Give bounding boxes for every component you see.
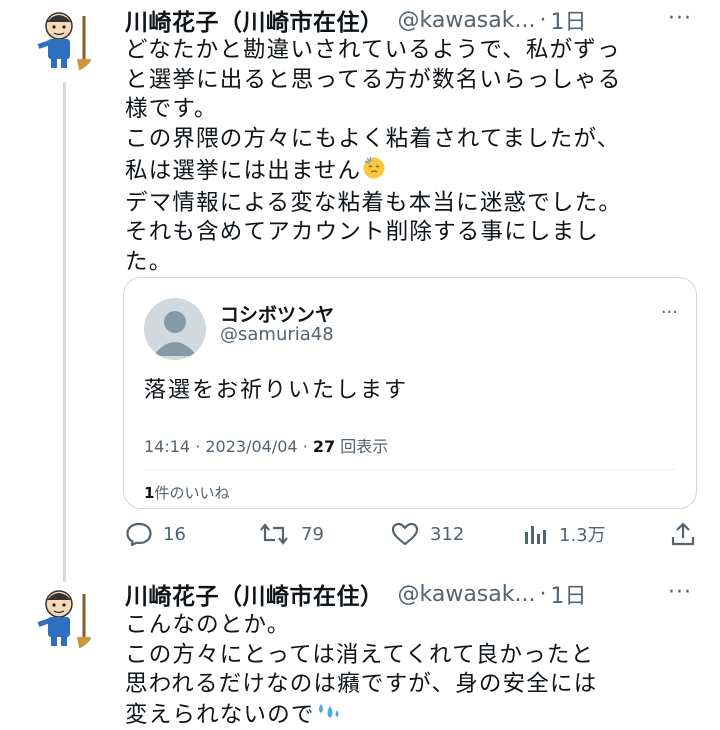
reply-button[interactable]: 16 <box>125 518 186 550</box>
quoted-author-name[interactable]: コシボツンヤ <box>220 300 334 327</box>
tweet-line-with-emoji: 私は選挙には出ません <box>125 154 705 189</box>
author-handle[interactable]: @kawasak... <box>398 8 536 33</box>
quoted-tweet[interactable]: コシボツンヤ @samuria48 ··· 落選をお祈りいたします 14:14 … <box>123 277 697 509</box>
relieved-sweat-emoji <box>361 154 387 189</box>
tweet-time[interactable]: 1日 <box>550 578 586 610</box>
quoted-author-avatar[interactable] <box>144 298 206 360</box>
tweet-line: この方々にとっては消えてくれて良かったと <box>125 641 705 671</box>
tweet-line: 思われるだけなのは癪ですが、身の安全には <box>125 670 705 700</box>
quoted-likes-count: 1 <box>144 484 154 502</box>
author-avatar[interactable] <box>29 4 99 74</box>
tweet-line: それも含めてアカウント削除する事にしまし <box>125 218 705 248</box>
author-avatar[interactable] <box>29 582 99 652</box>
tweet-line: 変えられないので <box>125 701 315 727</box>
tweet-line: と選挙に出ると思ってる方が数名いらっしゃる <box>125 66 705 96</box>
heart-icon <box>390 521 420 547</box>
thread-connector-line <box>63 82 66 582</box>
quoted-views-count: 27 <box>313 437 335 456</box>
quoted-date[interactable]: 2023/04/04 <box>205 437 297 456</box>
quoted-likes-label: 件のいいね <box>154 484 229 502</box>
like-count: 312 <box>430 524 464 545</box>
tweet-line: 私は選挙には出ません <box>125 158 361 184</box>
author-name[interactable]: 川崎花子（川崎市在住） <box>125 3 384 37</box>
author-name[interactable]: 川崎花子（川崎市在住） <box>125 577 384 611</box>
tweet-line: どなたかと勘違いされているようで、私がずっ <box>125 36 705 66</box>
tweet-line: この界隈の方々にもよく粘着されてましたが、 <box>125 125 705 155</box>
share-icon <box>670 521 696 547</box>
tweet-line: こんなのとか。 <box>125 611 705 641</box>
more-options-icon[interactable]: ··· <box>668 6 692 31</box>
bar-chart-icon <box>523 521 549 547</box>
sweat-droplets-emoji <box>315 700 341 730</box>
quoted-tweet-meta: 14:14 · 2023/04/04 · 27 回表示 <box>144 433 388 457</box>
tweet-line: た。 <box>125 248 705 278</box>
author-handle[interactable]: @kawasak... <box>398 582 536 607</box>
separator-dot: · <box>539 582 546 607</box>
tweet-text: こんなのとか。 この方々にとっては消えてくれて良かったと 思われるだけなのは癪で… <box>125 611 705 730</box>
quoted-time[interactable]: 14:14 <box>144 437 190 456</box>
quoted-more-options-icon[interactable]: ··· <box>661 302 678 323</box>
separator-dot: · <box>539 8 546 33</box>
tweet-line-with-emoji: 変えられないので <box>125 700 705 730</box>
more-options-icon[interactable]: ··· <box>668 580 692 605</box>
quoted-tweet-text: 落選をお祈りいたします <box>144 372 408 404</box>
quoted-likes[interactable]: 1件のいいね <box>144 482 229 503</box>
quoted-views-label: 回表示 <box>340 437 388 456</box>
like-button[interactable]: 312 <box>390 518 464 550</box>
tweet-time[interactable]: 1日 <box>550 4 586 36</box>
views-button[interactable]: 1.3万 <box>523 518 606 550</box>
tweet-header: 川崎花子（川崎市在住） @kawasak... · 1日 <box>125 576 586 612</box>
reply-icon <box>125 521 153 547</box>
retweet-icon <box>257 521 291 547</box>
retweet-button[interactable]: 79 <box>257 518 324 550</box>
tweet-header: 川崎花子（川崎市在住） @kawasak... · 1日 <box>125 2 586 38</box>
tweet-text: どなたかと勘違いされているようで、私がずっ と選挙に出ると思ってる方が数名いらっ… <box>125 36 705 277</box>
reply-count: 16 <box>163 524 186 545</box>
retweet-count: 79 <box>301 524 324 545</box>
quoted-author-handle[interactable]: @samuria48 <box>220 324 334 345</box>
action-bar: 16 79 312 1.3万 <box>125 518 700 550</box>
tweet-line: デマ情報による変な粘着も本当に迷惑でした。 <box>125 189 705 219</box>
divider <box>144 469 676 470</box>
views-count: 1.3万 <box>559 521 606 547</box>
tweet-line: 様です。 <box>125 95 705 125</box>
share-button[interactable] <box>670 518 706 550</box>
